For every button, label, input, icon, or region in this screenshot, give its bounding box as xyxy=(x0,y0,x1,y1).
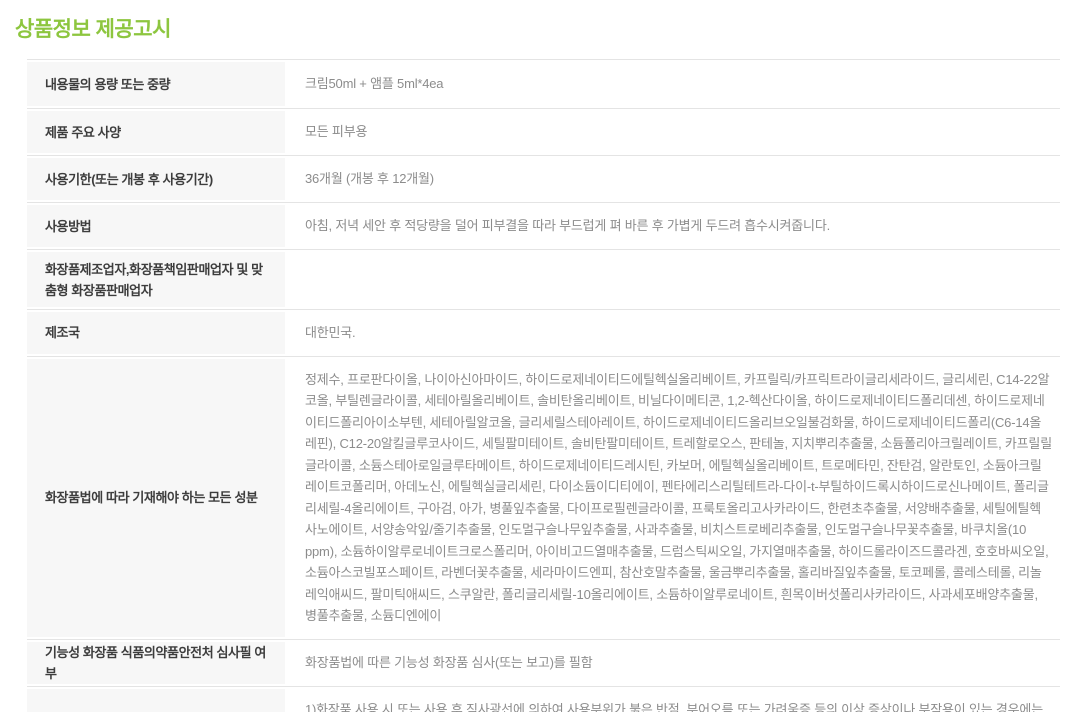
table-row-ingredients: 화장품법에 따라 기재해야 하는 모든 성분 정제수, 프로판다이올, 나이아신… xyxy=(27,357,1060,640)
row-value: 1)화장품 사용 시 또는 사용 후 직사광선에 의하여 사용부위가 붉은 반점… xyxy=(285,687,1060,712)
row-value xyxy=(285,250,1060,309)
row-value: 모든 피부용 xyxy=(285,109,1060,155)
row-label: 제조국 xyxy=(27,312,285,354)
table-row-expiry: 사용기한(또는 개봉 후 사용기간) 36개월 (개봉 후 12개월) xyxy=(27,156,1060,203)
table-row-volume: 내용물의 용량 또는 중량 크림50ml + 앰플 5ml*4ea xyxy=(27,60,1060,109)
table-row-spec: 제품 주요 사양 모든 피부용 xyxy=(27,109,1060,156)
row-value: 대한민국. xyxy=(285,310,1060,356)
table-row-usage: 사용방법 아침, 저녁 세안 후 적당량을 덜어 피부결을 따라 부드럽게 펴 … xyxy=(27,203,1060,250)
product-info-table: 내용물의 용량 또는 중량 크림50ml + 앰플 5ml*4ea 제품 주요 … xyxy=(27,59,1060,712)
row-label: 화장품제조업자,화장품책임판매업자 및 맞춤형 화장품판매업자 xyxy=(27,252,285,307)
row-value: 정제수, 프로판다이올, 나이아신아마이드, 하이드로제네이티드에틸헥실올리베이… xyxy=(285,357,1060,639)
table-row-manufacturer: 화장품제조업자,화장품책임판매업자 및 맞춤형 화장품판매업자 xyxy=(27,250,1060,310)
row-value: 아침, 저녁 세안 후 적당량을 덜어 피부결을 따라 부드럽게 펴 바른 후 … xyxy=(285,203,1060,249)
row-label: 내용물의 용량 또는 중량 xyxy=(27,62,285,106)
row-label: 화장품법에 따라 기재해야 하는 모든 성분 xyxy=(27,359,285,637)
row-label: 사용방법 xyxy=(27,205,285,247)
row-label: 사용기한(또는 개봉 후 사용기간) xyxy=(27,158,285,200)
row-value: 화장품법에 따른 기능성 화장품 심사(또는 보고)를 필함 xyxy=(285,640,1060,686)
table-row-country: 제조국 대한민국. xyxy=(27,310,1060,357)
table-row-precautions: 사용할 때의 주의사항 1)화장품 사용 시 또는 사용 후 직사광선에 의하여… xyxy=(27,687,1060,712)
row-value: 크림50ml + 앰플 5ml*4ea xyxy=(285,60,1060,108)
page-title: 상품정보 제공고시 xyxy=(15,16,1073,44)
row-label: 사용할 때의 주의사항 xyxy=(27,689,285,712)
table-row-mfds-approval: 기능성 화장품 식품의약품안전처 심사필 여부 화장품법에 따른 기능성 화장품… xyxy=(27,640,1060,687)
row-label: 제품 주요 사양 xyxy=(27,111,285,153)
row-label: 기능성 화장품 식품의약품안전처 심사필 여부 xyxy=(27,642,285,684)
row-value: 36개월 (개봉 후 12개월) xyxy=(285,156,1060,202)
